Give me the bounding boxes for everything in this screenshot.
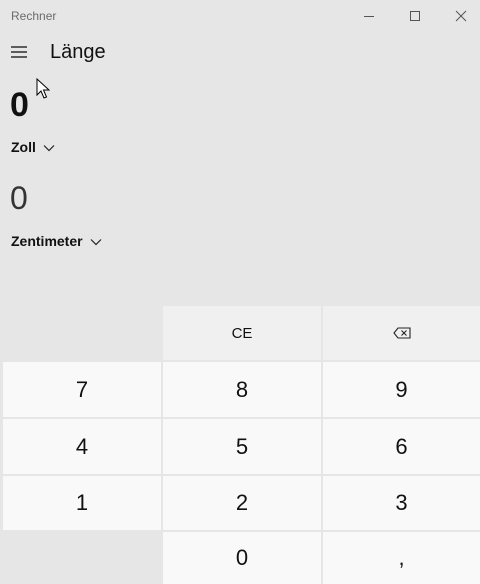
decimal-separator-button[interactable]: , [323,532,480,584]
maximize-button[interactable] [392,0,438,32]
minimize-icon [364,16,374,17]
maximize-icon [410,11,420,21]
app-title: Rechner [11,9,57,23]
mouse-cursor-icon [36,78,50,99]
to-unit-label: Zentimeter [11,233,83,249]
digit-8-button[interactable]: 8 [163,362,321,417]
digit-0-button[interactable]: 0 [163,532,321,584]
from-unit-dropdown[interactable]: Zoll [11,139,55,155]
chevron-down-icon [90,238,102,245]
digit-1-button[interactable]: 1 [3,476,161,530]
from-unit-label: Zoll [11,139,36,155]
digit-5-button[interactable]: 5 [163,419,321,474]
hamburger-menu-icon [11,46,27,58]
to-unit-dropdown[interactable]: Zentimeter [11,233,102,249]
backspace-button[interactable] [323,306,480,360]
title-bar: Rechner [0,0,480,32]
digit-2-button[interactable]: 2 [163,476,321,530]
input-value[interactable]: 0 [10,86,29,125]
digit-6-button[interactable]: 6 [323,419,480,474]
close-icon [455,10,467,22]
close-button[interactable] [438,0,480,32]
backspace-icon [392,327,411,339]
navigation-menu-button[interactable] [5,38,33,66]
digit-9-button[interactable]: 9 [323,362,480,417]
digit-7-button[interactable]: 7 [3,362,161,417]
output-value: 0 [10,180,28,216]
page-title: Länge [50,41,106,63]
clear-entry-button[interactable]: CE [163,306,321,360]
digit-3-button[interactable]: 3 [323,476,480,530]
chevron-down-icon [43,144,55,151]
digit-4-button[interactable]: 4 [3,419,161,474]
minimize-button[interactable] [346,0,392,32]
